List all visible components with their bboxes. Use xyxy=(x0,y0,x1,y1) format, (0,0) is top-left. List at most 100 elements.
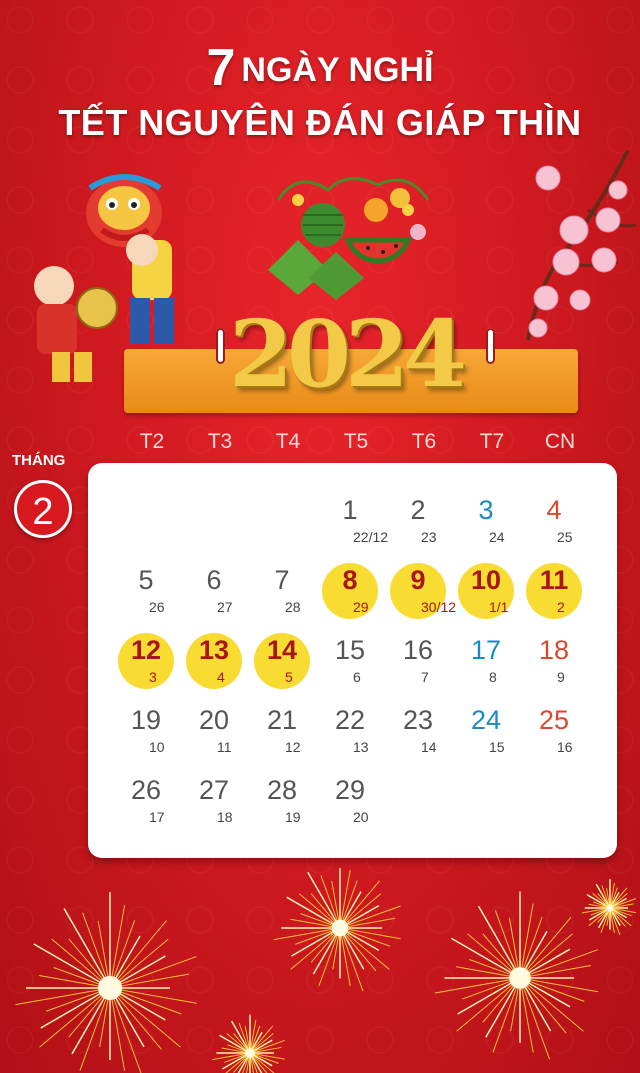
solar-date: 27 xyxy=(198,775,230,805)
calendar-day: 19 10 xyxy=(113,695,181,763)
calendar-day: 6 27 xyxy=(181,555,249,623)
month-number: 2 xyxy=(14,480,72,538)
fireworks-illustration xyxy=(15,868,637,1073)
solar-date: 15 xyxy=(334,635,366,665)
lunar-date: 16 xyxy=(557,739,573,755)
calendar-day: 5 26 xyxy=(113,555,181,623)
solar-date: 20 xyxy=(198,705,230,735)
binder-ring-right xyxy=(486,328,495,364)
solar-date: 22 xyxy=(334,705,366,735)
lunar-date: 12 xyxy=(285,739,301,755)
weekday-tue: T3 xyxy=(207,430,233,453)
lunar-date: 18 xyxy=(217,809,233,825)
solar-date: 28 xyxy=(266,775,298,805)
title-line-2: TẾT NGUYÊN ĐÁN GIÁP THÌN xyxy=(58,102,582,143)
lunar-date: 20 xyxy=(353,809,369,825)
calendar-day: 24 15 xyxy=(453,695,521,763)
calendar-day: 18 9 xyxy=(521,625,589,693)
calendar-day: 15 6 xyxy=(317,625,385,693)
title-number: 7 xyxy=(206,39,236,97)
solar-date: 12 xyxy=(130,635,162,665)
calendar-day-holiday: 10 1/1 xyxy=(453,555,521,623)
lunar-date: 6 xyxy=(353,669,361,685)
weekday-sat: T7 xyxy=(479,430,505,453)
month-label: THÁNG xyxy=(12,452,66,469)
solar-date: 17 xyxy=(470,635,502,665)
solar-date: 29 xyxy=(334,775,366,805)
calendar-grid: 1 22/12 2 23 3 24 4 25 5 26 6 27 7 28 8 29 9 30/12 10 1/1 11… xyxy=(88,463,617,858)
solar-date: 10 xyxy=(470,565,502,595)
solar-date: 9 xyxy=(410,565,426,595)
lunar-date: 25 xyxy=(557,529,573,545)
solar-date: 11 xyxy=(539,565,569,595)
calendar-day-holiday: 12 3 xyxy=(113,625,181,693)
calendar-day-holiday: 8 29 xyxy=(317,555,385,623)
calendar-day: 29 20 xyxy=(317,765,385,833)
solar-date: 7 xyxy=(274,565,290,595)
firework-core xyxy=(509,967,531,989)
lunar-date: 2 xyxy=(557,599,565,615)
weekday-sun: CN xyxy=(544,430,576,453)
calendar-day: 4 25 xyxy=(521,485,589,553)
lunar-date: 17 xyxy=(149,809,165,825)
calendar-day-holiday: 13 4 xyxy=(181,625,249,693)
solar-date: 8 xyxy=(342,565,358,595)
calendar-day: 25 16 xyxy=(521,695,589,763)
solar-date: 24 xyxy=(470,705,502,735)
calendar-day: 22 13 xyxy=(317,695,385,763)
lunar-date: 19 xyxy=(285,809,301,825)
solar-date: 26 xyxy=(130,775,162,805)
solar-date: 18 xyxy=(538,635,570,665)
calendar-day: 1 22/12 xyxy=(317,485,388,553)
calendar-day: 28 19 xyxy=(249,765,317,833)
calendar-day: 21 12 xyxy=(249,695,317,763)
lunar-date: 4 xyxy=(217,669,225,685)
solar-date: 21 xyxy=(266,705,298,735)
lunar-date: 15 xyxy=(489,739,505,755)
calendar-day-holiday: 11 2 xyxy=(521,555,589,623)
lunar-date: 29 xyxy=(353,599,369,615)
calendar-day-holiday: 9 30/12 xyxy=(385,555,457,623)
weekday-fri: T6 xyxy=(411,430,437,453)
weekday-wed: T4 xyxy=(275,430,301,453)
calendar-day: 26 17 xyxy=(113,765,181,833)
lunar-date: 23 xyxy=(421,529,437,545)
peach-blossom-illustration xyxy=(526,150,637,341)
solar-date: 6 xyxy=(206,565,222,595)
solar-date: 14 xyxy=(266,635,298,665)
firework-ray xyxy=(109,987,142,1073)
calendar-day: 27 18 xyxy=(181,765,249,833)
lunar-date: 24 xyxy=(489,529,505,545)
solar-date: 3 xyxy=(478,495,494,525)
lunar-date: 13 xyxy=(353,739,369,755)
solar-date: 4 xyxy=(546,495,562,525)
firework-core xyxy=(606,904,614,912)
calendar-day-holiday: 14 5 xyxy=(249,625,317,693)
lunar-date: 3 xyxy=(149,669,157,685)
solar-date: 1 xyxy=(342,495,358,525)
solar-date: 19 xyxy=(130,705,162,735)
calendar-day: 23 14 xyxy=(385,695,453,763)
lunar-date: 1/1 xyxy=(489,599,509,615)
calendar-day: 16 7 xyxy=(385,625,453,693)
title-line-1: 7 NGÀY NGHỈ xyxy=(0,38,640,98)
lunar-date: 5 xyxy=(285,669,293,685)
firework-core xyxy=(331,919,349,937)
lunar-date: 30/12 xyxy=(421,599,457,615)
calendar-infographic: 7 NGÀY NGHỈ TẾT NGUYÊN ĐÁN GIÁP THÌN 202… xyxy=(0,0,640,1073)
binder-ring-left xyxy=(216,328,225,364)
lunar-date: 7 xyxy=(421,669,429,685)
lunar-date: 8 xyxy=(489,669,497,685)
calendar-day: 2 23 xyxy=(385,485,453,553)
calendar-day: 17 8 xyxy=(453,625,521,693)
calendar-day: 20 11 xyxy=(181,695,249,763)
weekday-thu: T5 xyxy=(343,430,369,453)
solar-date: 5 xyxy=(138,565,154,595)
lunar-date: 9 xyxy=(557,669,565,685)
title-line-1-text: NGÀY NGHỈ xyxy=(241,51,434,89)
lunar-date: 26 xyxy=(149,599,165,615)
solar-date: 23 xyxy=(402,705,434,735)
weekday-mon: T2 xyxy=(139,430,165,453)
lunar-date: 11 xyxy=(217,739,232,755)
solar-date: 25 xyxy=(538,705,570,735)
